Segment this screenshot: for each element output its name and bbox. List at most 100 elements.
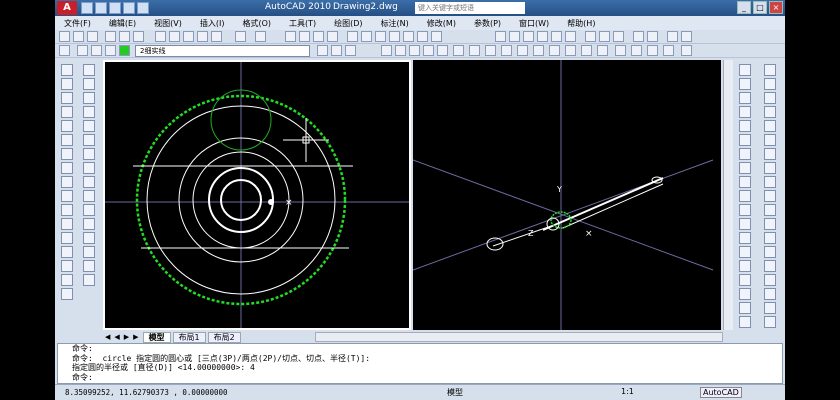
layer-state-icon[interactable] xyxy=(345,45,356,56)
search-input[interactable]: 键入关键字或短语 xyxy=(415,2,525,14)
perpendicular-snap-icon[interactable] xyxy=(764,176,776,188)
solid-union-icon[interactable] xyxy=(764,274,776,286)
zoom-window-icon[interactable] xyxy=(313,31,324,42)
horizontal-scrollbar[interactable] xyxy=(315,332,723,342)
menu-format[interactable]: 格式(O) xyxy=(233,18,280,29)
prev-tab-icon[interactable]: ◀ xyxy=(112,333,121,341)
menu-window[interactable]: 窗口(W) xyxy=(510,18,558,29)
insert-snap-icon[interactable] xyxy=(764,204,776,216)
point-icon[interactable] xyxy=(615,45,626,56)
layer-previous-icon[interactable] xyxy=(317,45,328,56)
tangent-snap-icon[interactable] xyxy=(764,162,776,174)
command-window[interactable]: 命令: 命令: circle 指定圆的圆心或 [三点(3P)/两点(2P)/切点… xyxy=(57,343,783,384)
lightbulb-icon[interactable] xyxy=(77,45,88,56)
magnet-icon[interactable] xyxy=(681,45,692,56)
offset-tool-icon[interactable] xyxy=(83,106,95,118)
arc-icon[interactable] xyxy=(533,45,544,56)
redo-icon[interactable] xyxy=(137,2,149,14)
last-tab-icon[interactable]: ▶ xyxy=(131,333,140,341)
break-icon[interactable] xyxy=(83,218,95,230)
hatch-tool-icon[interactable] xyxy=(61,260,73,272)
chamfer-icon[interactable] xyxy=(83,246,95,258)
command-prompt[interactable]: 命令: xyxy=(72,373,782,383)
leader-icon[interactable] xyxy=(613,31,624,42)
render-icon[interactable] xyxy=(739,316,751,328)
trim-icon[interactable] xyxy=(83,190,95,202)
move-icon[interactable] xyxy=(381,45,392,56)
hatch-icon[interactable] xyxy=(631,45,642,56)
menu-insert[interactable]: 插入(I) xyxy=(191,18,234,29)
polygon-tool-icon[interactable] xyxy=(61,106,73,118)
origin-ucs-icon[interactable] xyxy=(739,92,751,104)
extend-icon[interactable] xyxy=(83,204,95,216)
make-current-icon[interactable] xyxy=(331,45,342,56)
publish-icon[interactable] xyxy=(133,31,144,42)
layer-dropdown[interactable]: 2细实线 xyxy=(135,45,310,57)
lock-icon[interactable] xyxy=(105,45,116,56)
polyline-icon[interactable] xyxy=(485,45,496,56)
gradient-icon[interactable] xyxy=(61,274,73,286)
make-block-icon[interactable] xyxy=(61,232,73,244)
box-icon[interactable] xyxy=(739,190,751,202)
construction-line-icon[interactable] xyxy=(61,78,73,90)
midpoint-snap-icon[interactable] xyxy=(764,78,776,90)
wedge-icon[interactable] xyxy=(739,246,751,258)
osnap-settings-icon[interactable] xyxy=(764,260,776,272)
stretch-icon[interactable] xyxy=(83,176,95,188)
dim-diameter-icon[interactable] xyxy=(551,31,562,42)
save-file-icon[interactable] xyxy=(87,31,98,42)
torus-icon[interactable] xyxy=(739,260,751,272)
offset-icon[interactable] xyxy=(423,45,434,56)
viewport-3d[interactable]: Y Z × xyxy=(413,60,721,330)
intersection-snap-icon[interactable] xyxy=(764,92,776,104)
insert-block-icon[interactable] xyxy=(597,45,608,56)
arc-tool-icon[interactable] xyxy=(61,134,73,146)
match-properties-icon[interactable] xyxy=(197,31,208,42)
open-file-icon[interactable] xyxy=(73,31,84,42)
view-ucs-icon[interactable] xyxy=(739,162,751,174)
spline-icon[interactable] xyxy=(565,45,576,56)
world-ucs-icon[interactable] xyxy=(739,78,751,90)
center-snap-icon[interactable] xyxy=(764,134,776,146)
help-icon[interactable] xyxy=(431,31,442,42)
fillet-icon[interactable] xyxy=(83,260,95,272)
cylinder-icon[interactable] xyxy=(739,218,751,230)
dim-radius-icon[interactable] xyxy=(537,31,548,42)
coordinate-readout[interactable]: 8.35099252, 11.62790373 , 0.00000000 xyxy=(65,388,228,397)
x-rotate-icon[interactable] xyxy=(739,176,751,188)
properties-icon[interactable] xyxy=(347,31,358,42)
node-snap-icon[interactable] xyxy=(764,218,776,230)
menu-tools[interactable]: 工具(T) xyxy=(280,18,325,29)
redo-tool-icon[interactable] xyxy=(255,31,266,42)
parallel-snap-icon[interactable] xyxy=(764,190,776,202)
new-file-icon[interactable] xyxy=(59,31,70,42)
copy-tool-icon[interactable] xyxy=(83,78,95,90)
undo-tool-icon[interactable] xyxy=(235,31,246,42)
tab-layout2[interactable]: 布局2 xyxy=(207,331,241,343)
rectangle-icon[interactable] xyxy=(517,45,528,56)
ellipse-arc-icon[interactable] xyxy=(61,204,73,216)
spline-tool-icon[interactable] xyxy=(61,176,73,188)
autocad-logo-icon[interactable]: A xyxy=(57,1,77,15)
vertical-scrollbar[interactable] xyxy=(723,60,733,330)
tab-layout1[interactable]: 布局1 xyxy=(172,331,206,343)
region-icon[interactable] xyxy=(647,45,658,56)
ucs-icon[interactable] xyxy=(739,64,751,76)
block-editor-icon[interactable] xyxy=(211,31,222,42)
endpoint-snap-icon[interactable] xyxy=(764,64,776,76)
none-snap-icon[interactable] xyxy=(764,246,776,258)
dim-style-icon[interactable] xyxy=(681,31,692,42)
table-icon[interactable] xyxy=(663,45,674,56)
pan-icon[interactable] xyxy=(285,31,296,42)
object-ucs-icon[interactable] xyxy=(739,134,751,146)
polyline-tool-icon[interactable] xyxy=(61,92,73,104)
revolve-icon[interactable] xyxy=(739,288,751,300)
calculator-icon[interactable] xyxy=(417,31,428,42)
solid-intersect-icon[interactable] xyxy=(764,302,776,314)
sheet-set-icon[interactable] xyxy=(389,31,400,42)
dim-baseline-icon[interactable] xyxy=(585,31,596,42)
paste-icon[interactable] xyxy=(183,31,194,42)
menu-edit[interactable]: 编辑(E) xyxy=(100,18,145,29)
dim-arc-icon[interactable] xyxy=(523,31,534,42)
mirror-icon[interactable] xyxy=(409,45,420,56)
